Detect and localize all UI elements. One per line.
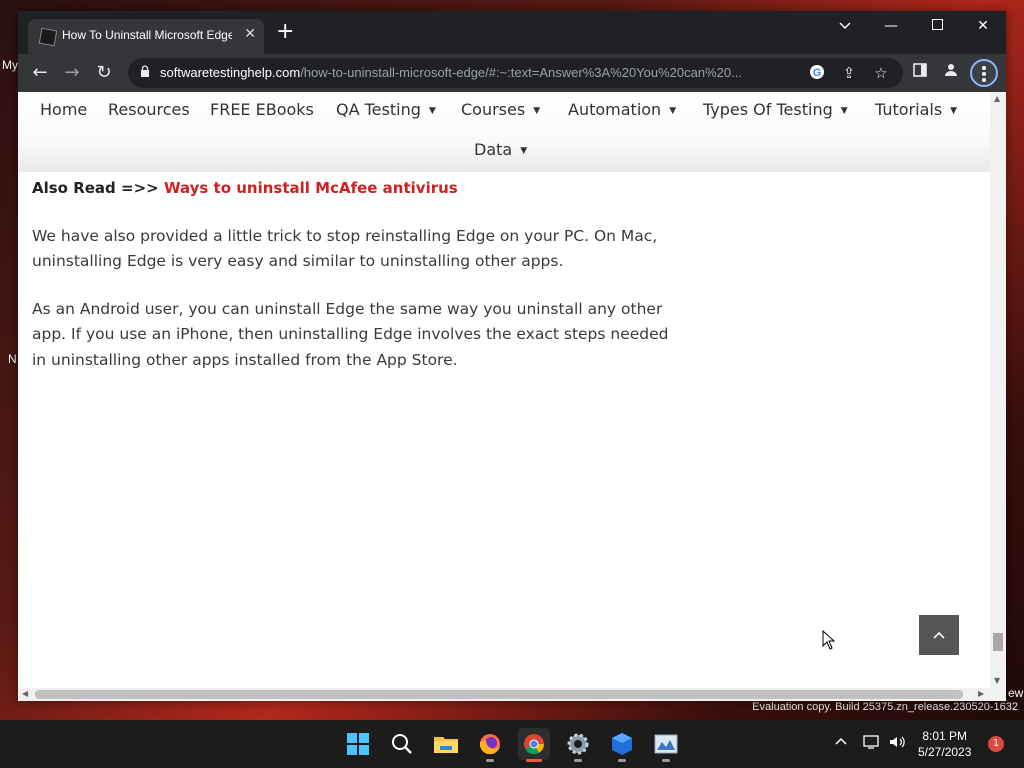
url-host: softwaretestinghelp.com: [160, 65, 301, 80]
nav-item-automation[interactable]: Automation ▼: [568, 100, 676, 119]
new-tab-plus-icon[interactable]: +: [276, 21, 294, 43]
minimize-icon[interactable]: —: [876, 18, 906, 34]
nav-item-data[interactable]: Data ▼: [474, 140, 527, 159]
share-icon[interactable]: ⇪: [840, 64, 858, 82]
url-path: /how-to-uninstall-microsoft-edge/#:~:tex…: [300, 65, 742, 80]
profile-icon[interactable]: [940, 63, 962, 81]
browser-toolbar: ← → ↻ softwaretestinghelp.com/how-to-uni…: [18, 54, 1006, 92]
dropdown-caret-icon: ▼: [950, 106, 958, 116]
notification-badge[interactable]: 1: [988, 736, 1004, 752]
scroll-left-arrow-icon[interactable]: ◀: [22, 689, 28, 698]
article-content: Also Read =>> Ways to uninstall McAfee a…: [32, 176, 682, 373]
scroll-right-arrow-icon[interactable]: ▶: [978, 689, 984, 698]
chrome-window: How To Uninstall Microsoft Edge ✕ + — ✕ …: [18, 11, 1006, 701]
running-indicator: [662, 759, 670, 762]
dropdown-caret-icon: ▼: [840, 106, 848, 116]
running-indicator: [486, 759, 494, 762]
chevron-up-icon: [933, 631, 945, 639]
start-windows-icon[interactable]: [342, 728, 374, 760]
system-clock[interactable]: 8:01 PM 5/27/2023: [918, 728, 971, 760]
horizontal-scroll-thumb[interactable]: [35, 690, 963, 699]
nav-label: Types Of Testing: [703, 100, 833, 119]
nav-item-resources[interactable]: Resources: [108, 100, 190, 119]
evaluation-watermark: Evaluation copy. Build 25375.zn_release.…: [752, 701, 1018, 713]
taskbar: 8:01 PM 5/27/2023 1: [0, 720, 1024, 768]
vertical-scroll-thumb[interactable]: [993, 633, 1003, 651]
lock-icon: [141, 65, 149, 77]
nav-item-qa-testing[interactable]: QA Testing ▼: [336, 100, 436, 119]
nav-item-free-ebooks[interactable]: FREE EBooks: [210, 100, 314, 119]
dropdown-caret-icon: ▼: [669, 106, 677, 116]
nav-item-courses[interactable]: Courses ▼: [461, 100, 540, 119]
address-bar[interactable]: softwaretestinghelp.com/how-to-uninstall…: [128, 58, 903, 88]
side-panel-icon[interactable]: [909, 63, 931, 81]
site-navigation: Home Resources FREE EBooks QA Testing ▼ C…: [18, 92, 990, 172]
dropdown-caret-icon: ▼: [520, 146, 528, 156]
tab-close-icon[interactable]: ✕: [244, 26, 256, 42]
scroll-up-arrow-icon[interactable]: ▲: [994, 94, 1000, 103]
paragraph: We have also provided a little trick to …: [32, 226, 658, 271]
close-window-icon[interactable]: ✕: [968, 18, 998, 34]
clock-date: 5/27/2023: [918, 745, 972, 759]
reload-icon[interactable]: ↻: [92, 62, 116, 84]
vertical-scrollbar[interactable]: ▲ ▼: [990, 92, 1006, 688]
active-indicator: [526, 759, 542, 762]
google-lens-icon[interactable]: G: [808, 64, 826, 82]
file-explorer-icon[interactable]: [430, 728, 462, 760]
mouse-pointer-icon: [822, 630, 836, 650]
page-viewport: Home Resources FREE EBooks QA Testing ▼ C…: [18, 92, 990, 688]
clock-time: 8:01 PM: [922, 729, 968, 743]
running-indicator: [574, 759, 582, 762]
photos-app-icon[interactable]: [650, 728, 682, 762]
paragraph: As an Android user, you can uninstall Ed…: [32, 299, 669, 369]
back-arrow-icon[interactable]: ←: [28, 62, 52, 84]
search-icon[interactable]: [386, 728, 418, 760]
forward-arrow-icon[interactable]: →: [60, 62, 84, 84]
nav-label: Resources: [108, 100, 190, 119]
nav-label: QA Testing: [336, 100, 421, 119]
running-indicator: [618, 759, 626, 762]
firefox-icon[interactable]: [474, 728, 506, 762]
nav-item-tutorials[interactable]: Tutorials ▼: [875, 100, 957, 119]
network-icon[interactable]: [863, 734, 881, 754]
show-hidden-icons-chevron-icon[interactable]: [834, 734, 848, 752]
desktop-icon-label[interactable]: ew: [1008, 686, 1023, 700]
bookmark-star-icon[interactable]: ☆: [872, 64, 890, 82]
chrome-taskbar-icon[interactable]: [518, 728, 550, 762]
nav-label: Tutorials: [875, 100, 943, 119]
title-bar: How To Uninstall Microsoft Edge ✕ + — ✕: [18, 11, 1006, 54]
volume-icon[interactable]: [888, 734, 906, 754]
also-read-line: Also Read =>> Ways to uninstall McAfee a…: [32, 176, 682, 202]
tab-search-chevron-icon[interactable]: [830, 18, 860, 34]
browser-tab[interactable]: How To Uninstall Microsoft Edge ✕: [28, 19, 264, 54]
nav-label: Data: [474, 140, 513, 159]
desktop-icon-label[interactable]: N: [8, 352, 17, 366]
desktop-icon-label[interactable]: My: [2, 58, 18, 72]
nav-label: Automation: [568, 100, 662, 119]
scroll-down-arrow-icon[interactable]: ▼: [994, 676, 1000, 685]
dropdown-caret-icon: ▼: [428, 106, 436, 116]
tab-title: How To Uninstall Microsoft Edge: [62, 28, 232, 42]
horizontal-scrollbar[interactable]: ◀ ▶: [18, 688, 1006, 701]
nav-label: Home: [40, 100, 88, 119]
svg-text:G: G: [813, 67, 822, 79]
scroll-to-top-button[interactable]: [919, 615, 959, 655]
nav-label: FREE EBooks: [210, 100, 314, 119]
also-read-prefix: Also Read =>>: [32, 179, 164, 197]
nav-label: Courses: [461, 100, 526, 119]
maximize-icon[interactable]: [922, 18, 952, 34]
settings-gear-icon[interactable]: [562, 728, 594, 762]
url-text[interactable]: softwaretestinghelp.com/how-to-uninstall…: [160, 65, 800, 80]
chrome-menu-kebab-icon[interactable]: [970, 59, 998, 87]
mcafee-uninstall-link[interactable]: Ways to uninstall McAfee antivirus: [164, 179, 458, 197]
nav-item-types-of-testing[interactable]: Types Of Testing ▼: [703, 100, 848, 119]
nav-item-home[interactable]: Home: [40, 100, 87, 119]
dropdown-caret-icon: ▼: [533, 106, 541, 116]
site-favicon-icon: [38, 27, 58, 47]
app-cube-icon[interactable]: [606, 728, 638, 762]
